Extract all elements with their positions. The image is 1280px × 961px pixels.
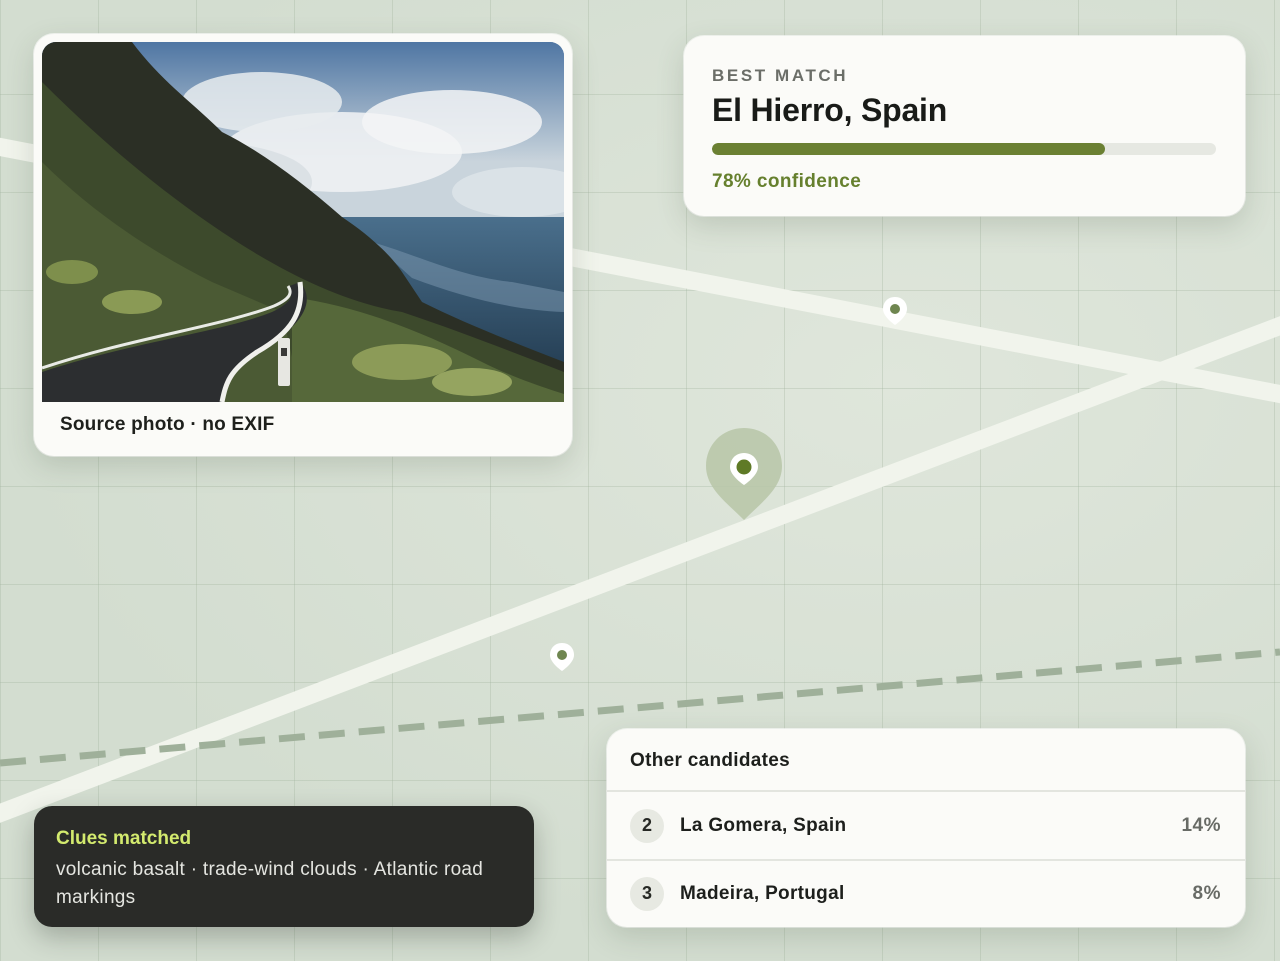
landscape-photo-illustration — [42, 42, 564, 402]
clues-title: Clues matched — [56, 828, 192, 849]
clues-card: Clues matched volcanic basalt · trade-wi… — [34, 806, 534, 927]
source-photo-card: Source photo · no EXIF — [34, 34, 572, 456]
candidate-rank-badge: 2 — [630, 808, 664, 843]
confidence-bar-fill — [712, 143, 1106, 155]
candidate-rank-badge: 3 — [630, 876, 664, 911]
location-pin-icon[interactable] — [550, 643, 574, 671]
best-match-card[interactable]: BEST MATCH El Hierro, Spain 78% confiden… — [684, 36, 1245, 216]
best-match-eyebrow: BEST MATCH — [712, 66, 849, 85]
best-match-location: El Hierro, Spain — [712, 92, 948, 128]
candidate-row[interactable]: 3 Madeira, Portugal 8% — [607, 859, 1245, 926]
other-candidates-card: Other candidates 2 La Gomera, Spain 14% … — [607, 729, 1245, 927]
source-photo[interactable] — [42, 42, 564, 402]
candidate-row[interactable]: 2 La Gomera, Spain 14% — [607, 792, 1245, 859]
clues-text: volcanic basalt · trade-wind clouds · At… — [56, 859, 484, 908]
candidate-name: Madeira, Portugal — [680, 882, 845, 904]
primary-location-pin-icon[interactable] — [706, 428, 782, 520]
photo-caption: Source photo · no EXIF — [60, 414, 275, 435]
candidate-percent: 14% — [1181, 814, 1221, 836]
candidate-name: La Gomera, Spain — [680, 814, 847, 836]
candidate-percent: 8% — [1192, 882, 1221, 904]
confidence-label: 78% confidence — [712, 171, 862, 192]
candidates-header: Other candidates — [607, 729, 1245, 792]
confidence-bar — [712, 143, 1216, 155]
